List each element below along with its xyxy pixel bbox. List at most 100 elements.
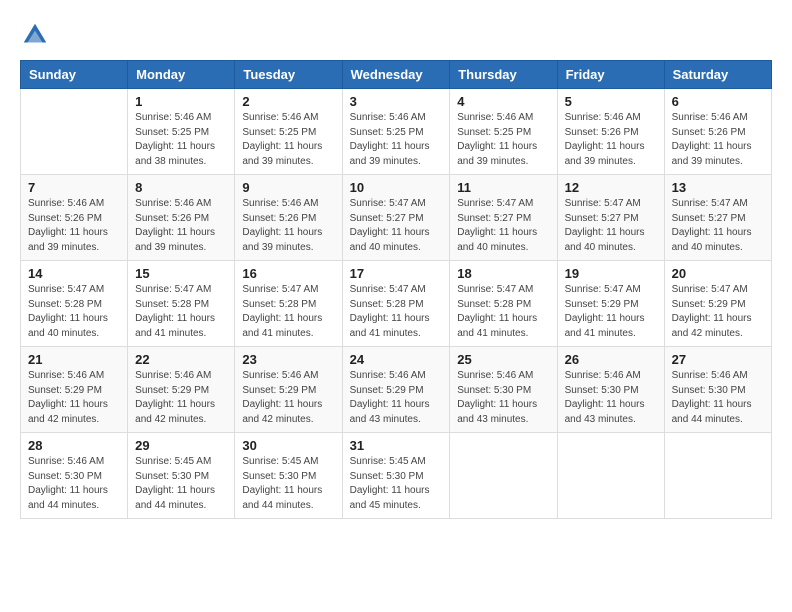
calendar-cell: 27Sunrise: 5:46 AM Sunset: 5:30 PM Dayli… — [664, 347, 771, 433]
day-info: Sunrise: 5:46 AM Sunset: 5:25 PM Dayligh… — [457, 111, 549, 169]
day-info: Sunrise: 5:46 AM Sunset: 5:26 PM Dayligh… — [565, 111, 657, 169]
day-number: 8 — [135, 180, 227, 195]
calendar-week-row: 28 Sunrise: 5:46 AM Sunset: 5:30 PM Dayli… — [21, 433, 772, 519]
day-number: 23 — [242, 352, 334, 367]
calendar-cell: 16 Sunrise: 5:47 AM Sunset: 5:28 PM Dayli… — [235, 261, 342, 347]
calendar-cell: 3 Sunrise: 5:46 AM Sunset: 5:25 PM Daylig… — [342, 89, 450, 175]
calendar-cell: 17 Sunrise: 5:47 AM Sunset: 5:28 PM Dayli… — [342, 261, 450, 347]
day-number: 11 — [457, 180, 549, 195]
day-info: Sunrise: 5:46 AM Sunset: 5:25 PM Dayligh… — [242, 111, 334, 169]
calendar-cell — [664, 433, 771, 519]
day-info: Sunrise: 5:47 AM Sunset: 5:27 PM Dayligh… — [672, 197, 764, 255]
day-info: Sunrise: 5:47 AM Sunset: 5:29 PM Dayligh… — [672, 283, 764, 341]
day-of-week-header: Tuesday — [235, 61, 342, 89]
calendar-cell: 21 Sunrise: 5:46 AM Sunset: 5:29 PM Dayli… — [21, 347, 128, 433]
calendar-cell: 30 Sunrise: 5:45 AM Sunset: 5:30 PM Dayli… — [235, 433, 342, 519]
calendar-header-row: SundayMondayTuesdayWednesdayThursdayFrid… — [21, 61, 772, 89]
calendar-cell — [21, 89, 128, 175]
calendar-week-row: 14 Sunrise: 5:47 AM Sunset: 5:28 PM Dayli… — [21, 261, 772, 347]
day-info: Sunrise: 5:46 AM Sunset: 5:26 PM Dayligh… — [28, 197, 120, 255]
calendar-week-row: 21 Sunrise: 5:46 AM Sunset: 5:29 PM Dayli… — [21, 347, 772, 433]
day-info: Sunrise: 5:47 AM Sunset: 5:28 PM Dayligh… — [457, 283, 549, 341]
day-info: Sunrise: 5:46 AM Sunset: 5:26 PM Dayligh… — [672, 111, 764, 169]
calendar-cell: 20 Sunrise: 5:47 AM Sunset: 5:29 PM Dayli… — [664, 261, 771, 347]
day-number: 29 — [135, 438, 227, 453]
calendar-cell: 11 Sunrise: 5:47 AM Sunset: 5:27 PM Dayli… — [450, 175, 557, 261]
calendar-cell: 19 Sunrise: 5:47 AM Sunset: 5:29 PM Dayli… — [557, 261, 664, 347]
day-info: Sunrise: 5:46 AM Sunset: 5:25 PM Dayligh… — [135, 111, 227, 169]
day-number: 10 — [350, 180, 443, 195]
calendar-cell: 13 Sunrise: 5:47 AM Sunset: 5:27 PM Dayli… — [664, 175, 771, 261]
day-info: Sunrise: 5:47 AM Sunset: 5:27 PM Dayligh… — [457, 197, 549, 255]
calendar-cell — [557, 433, 664, 519]
day-number: 4 — [457, 94, 549, 109]
calendar-cell: 14Sunrise: 5:47 AM Sunset: 5:28 PM Dayli… — [21, 261, 128, 347]
calendar-cell: 24 Sunrise: 5:46 AM Sunset: 5:29 PM Dayli… — [342, 347, 450, 433]
calendar-cell: 18 Sunrise: 5:47 AM Sunset: 5:28 PM Dayli… — [450, 261, 557, 347]
day-info: Sunrise: 5:46 AM Sunset: 5:29 PM Dayligh… — [135, 369, 227, 427]
day-number: 3 — [350, 94, 443, 109]
day-number: 24 — [350, 352, 443, 367]
day-number: 5 — [565, 94, 657, 109]
day-number: 20 — [672, 266, 764, 281]
page-header — [20, 20, 772, 50]
calendar-cell: 8Sunrise: 5:46 AM Sunset: 5:26 PM Daylig… — [128, 175, 235, 261]
day-info: Sunrise: 5:45 AM Sunset: 5:30 PM Dayligh… — [242, 455, 334, 513]
day-number: 16 — [242, 266, 334, 281]
day-number: 6 — [672, 94, 764, 109]
calendar-cell: 22 Sunrise: 5:46 AM Sunset: 5:29 PM Dayli… — [128, 347, 235, 433]
day-of-week-header: Monday — [128, 61, 235, 89]
day-number: 31 — [350, 438, 443, 453]
day-info: Sunrise: 5:47 AM Sunset: 5:27 PM Dayligh… — [565, 197, 657, 255]
day-info: Sunrise: 5:47 AM Sunset: 5:28 PM Dayligh… — [242, 283, 334, 341]
day-number: 21 — [28, 352, 120, 367]
day-info: Sunrise: 5:46 AM Sunset: 5:29 PM Dayligh… — [28, 369, 120, 427]
calendar-cell: 6 Sunrise: 5:46 AM Sunset: 5:26 PM Daylig… — [664, 89, 771, 175]
day-info: Sunrise: 5:46 AM Sunset: 5:30 PM Dayligh… — [565, 369, 657, 427]
day-number: 13 — [672, 180, 764, 195]
day-info: Sunrise: 5:47 AM Sunset: 5:28 PM Dayligh… — [350, 283, 443, 341]
day-number: 12 — [565, 180, 657, 195]
calendar-cell: 25 Sunrise: 5:46 AM Sunset: 5:30 PM Dayli… — [450, 347, 557, 433]
day-info: Sunrise: 5:47 AM Sunset: 5:29 PM Dayligh… — [565, 283, 657, 341]
logo-icon — [20, 20, 50, 50]
day-info: Sunrise: 5:46 AM Sunset: 5:26 PM Dayligh… — [242, 197, 334, 255]
day-number: 2 — [242, 94, 334, 109]
calendar-cell: 12 Sunrise: 5:47 AM Sunset: 5:27 PM Dayli… — [557, 175, 664, 261]
day-info: Sunrise: 5:46 AM Sunset: 5:25 PM Dayligh… — [350, 111, 443, 169]
day-of-week-header: Saturday — [664, 61, 771, 89]
day-number: 25 — [457, 352, 549, 367]
calendar-cell: 1 Sunrise: 5:46 AM Sunset: 5:25 PM Daylig… — [128, 89, 235, 175]
day-number: 19 — [565, 266, 657, 281]
day-number: 26 — [565, 352, 657, 367]
day-number: 14 — [28, 266, 120, 281]
calendar-cell: 15Sunrise: 5:47 AM Sunset: 5:28 PM Dayli… — [128, 261, 235, 347]
day-number: 18 — [457, 266, 549, 281]
day-number: 28 — [28, 438, 120, 453]
calendar-cell: 26 Sunrise: 5:46 AM Sunset: 5:30 PM Dayli… — [557, 347, 664, 433]
day-number: 17 — [350, 266, 443, 281]
calendar-cell: 9 Sunrise: 5:46 AM Sunset: 5:26 PM Daylig… — [235, 175, 342, 261]
day-number: 9 — [242, 180, 334, 195]
day-number: 7 — [28, 180, 120, 195]
calendar-cell: 7 Sunrise: 5:46 AM Sunset: 5:26 PM Daylig… — [21, 175, 128, 261]
day-info: Sunrise: 5:46 AM Sunset: 5:30 PM Dayligh… — [28, 455, 120, 513]
day-info: Sunrise: 5:45 AM Sunset: 5:30 PM Dayligh… — [350, 455, 443, 513]
day-info: Sunrise: 5:47 AM Sunset: 5:27 PM Dayligh… — [350, 197, 443, 255]
calendar-table: SundayMondayTuesdayWednesdayThursdayFrid… — [20, 60, 772, 519]
calendar-cell: 28 Sunrise: 5:46 AM Sunset: 5:30 PM Dayli… — [21, 433, 128, 519]
calendar-cell: 5 Sunrise: 5:46 AM Sunset: 5:26 PM Daylig… — [557, 89, 664, 175]
day-info: Sunrise: 5:46 AM Sunset: 5:30 PM Dayligh… — [672, 369, 764, 427]
day-info: Sunrise: 5:46 AM Sunset: 5:29 PM Dayligh… — [350, 369, 443, 427]
day-number: 1 — [135, 94, 227, 109]
day-of-week-header: Friday — [557, 61, 664, 89]
day-number: 22 — [135, 352, 227, 367]
calendar-cell: 4 Sunrise: 5:46 AM Sunset: 5:25 PM Daylig… — [450, 89, 557, 175]
calendar-week-row: 7 Sunrise: 5:46 AM Sunset: 5:26 PM Daylig… — [21, 175, 772, 261]
calendar-cell: 29 Sunrise: 5:45 AM Sunset: 5:30 PM Dayli… — [128, 433, 235, 519]
day-number: 30 — [242, 438, 334, 453]
day-info: Sunrise: 5:46 AM Sunset: 5:30 PM Dayligh… — [457, 369, 549, 427]
day-info: Sunrise: 5:45 AM Sunset: 5:30 PM Dayligh… — [135, 455, 227, 513]
calendar-cell: 2 Sunrise: 5:46 AM Sunset: 5:25 PM Daylig… — [235, 89, 342, 175]
day-info: Sunrise: 5:47 AM Sunset: 5:28 PM Dayligh… — [135, 283, 227, 341]
